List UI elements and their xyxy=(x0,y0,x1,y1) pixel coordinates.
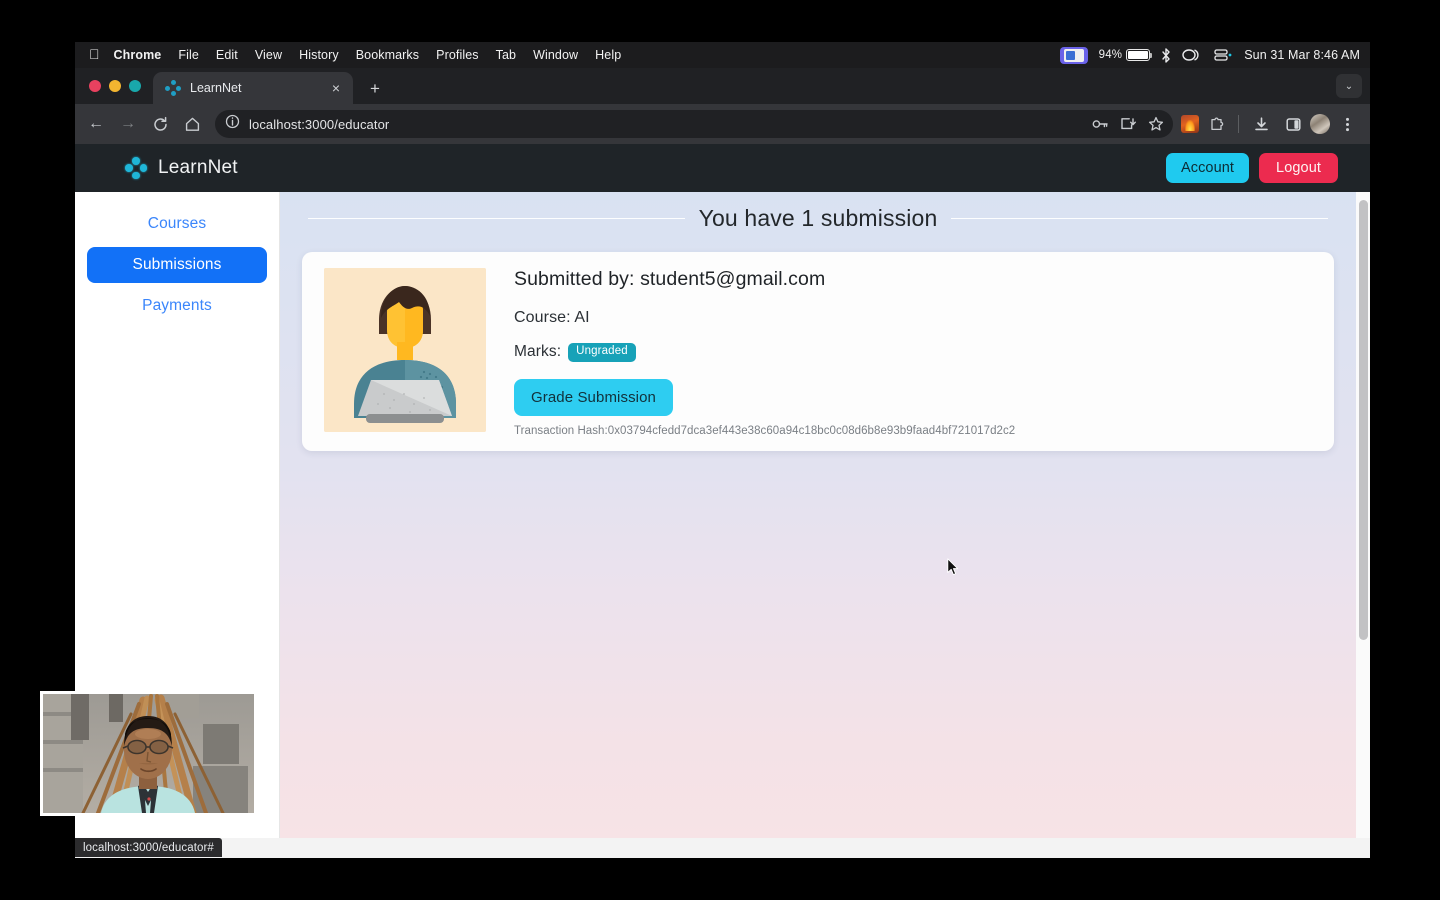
close-tab-icon[interactable]: × xyxy=(327,79,345,97)
header-actions: Account Logout xyxy=(1165,153,1338,183)
menu-item-window[interactable]: Window xyxy=(533,48,578,62)
home-button[interactable] xyxy=(177,109,207,139)
course-label: Course: xyxy=(514,309,571,326)
bluetooth-icon[interactable] xyxy=(1161,47,1171,63)
screen-record-icon[interactable] xyxy=(1059,46,1088,64)
transaction-hash: Transaction Hash:0x03794cfedd7dca3ef443e… xyxy=(514,425,1320,437)
menu-item-edit[interactable]: Edit xyxy=(216,48,238,62)
browser-bottom-strip xyxy=(75,838,1370,858)
omnibox-actions xyxy=(1087,110,1169,138)
password-key-icon[interactable] xyxy=(1087,111,1113,137)
menu-item-tab[interactable]: Tab xyxy=(496,48,516,62)
page-body: Courses Submissions Payments You have 1 … xyxy=(75,192,1370,840)
profile-avatar[interactable] xyxy=(1310,114,1330,134)
sidebar-item-submissions[interactable]: Submissions xyxy=(87,247,267,283)
network-nodes-icon xyxy=(125,157,147,179)
submitted-by-line: Submitted by: student5@gmail.com xyxy=(514,268,1320,291)
submitted-by-value: student5@gmail.com xyxy=(640,268,826,290)
account-button[interactable]: Account xyxy=(1165,153,1250,183)
window-controls xyxy=(85,68,153,104)
install-app-icon[interactable] xyxy=(1115,111,1141,137)
minimize-window-button[interactable] xyxy=(109,80,121,92)
submitted-by-label: Submitted by: xyxy=(514,268,635,290)
heading-rule-right xyxy=(951,218,1328,219)
downloads-icon[interactable] xyxy=(1246,109,1276,139)
menubar-status-items: 94% Sun 31 Mar 8:46 AM xyxy=(1059,46,1360,64)
brand-name: LearnNet xyxy=(158,157,238,178)
link-status-bubble: localhost:3000/educator# xyxy=(75,838,222,857)
wifi-icon[interactable] xyxy=(1213,48,1233,62)
submission-card: Submitted by: student5@gmail.com Course:… xyxy=(302,252,1334,451)
battery-icon xyxy=(1126,49,1153,61)
menubar-clock[interactable]: Sun 31 Mar 8:46 AM xyxy=(1244,48,1360,62)
address-bar[interactable]: localhost:3000/educator xyxy=(215,110,1173,138)
transaction-hash-label: Transaction Hash: xyxy=(514,424,608,437)
webcam-self-view xyxy=(40,691,257,816)
apple-icon[interactable]:  xyxy=(89,47,100,61)
side-panel-icon[interactable] xyxy=(1278,109,1308,139)
heading-rule-left xyxy=(308,218,685,219)
desktop-background:  Chrome File Edit View History Bookmark… xyxy=(0,0,1440,900)
status-badge: Ungraded xyxy=(568,343,636,362)
sidebar-item-payments[interactable]: Payments xyxy=(87,288,267,324)
back-button[interactable]: ← xyxy=(81,109,111,139)
battery-status[interactable]: 94% xyxy=(1098,49,1153,61)
submission-details: Submitted by: student5@gmail.com Course:… xyxy=(514,264,1320,437)
menu-item-file[interactable]: File xyxy=(178,48,199,62)
site-info-icon[interactable] xyxy=(225,114,240,134)
sidebar-item-courses[interactable]: Courses xyxy=(87,206,267,242)
close-window-button[interactable] xyxy=(89,80,101,92)
reload-button[interactable] xyxy=(145,109,175,139)
chevron-down-icon[interactable]: ⌄ xyxy=(1336,74,1362,98)
menu-item-view[interactable]: View xyxy=(255,48,282,62)
marks-label: Marks: xyxy=(514,343,562,361)
menu-item-help[interactable]: Help xyxy=(595,48,621,62)
main-content: You have 1 submission Submitted by: stud… xyxy=(280,192,1370,840)
course-line: Course: AI xyxy=(514,309,1320,327)
student-at-laptop-illustration xyxy=(324,268,486,432)
maximize-window-button[interactable] xyxy=(129,80,141,92)
tab-title: LearnNet xyxy=(190,81,242,95)
grade-submission-button[interactable]: Grade Submission xyxy=(514,378,673,416)
tab-strip: LearnNet × + ⌄ xyxy=(75,68,1370,104)
menu-item-chrome[interactable]: Chrome xyxy=(114,48,162,62)
page-scrollbar-thumb[interactable] xyxy=(1359,200,1368,640)
page-viewport: LearnNet Account Logout Courses Submissi… xyxy=(75,144,1370,840)
bookmark-star-icon[interactable] xyxy=(1143,111,1169,137)
course-value: AI xyxy=(574,309,590,326)
learnnet-favicon-icon xyxy=(165,80,181,96)
menu-item-history[interactable]: History xyxy=(299,48,339,62)
menu-item-profiles[interactable]: Profiles xyxy=(436,48,478,62)
forward-button[interactable]: → xyxy=(113,109,143,139)
marks-line: Marks: Ungraded xyxy=(514,343,1320,362)
extensions-puzzle-icon[interactable] xyxy=(1201,109,1231,139)
logout-button[interactable]: Logout xyxy=(1259,153,1338,183)
brand[interactable]: LearnNet xyxy=(125,157,238,179)
transaction-hash-value: 0x03794cfedd7dca3ef443e38c60a94c18bc0c08… xyxy=(607,424,1016,437)
browser-tab-learnnet[interactable]: LearnNet × xyxy=(153,72,353,104)
chrome-window: LearnNet × + ⌄ ← → localhost:3000/educat… xyxy=(75,68,1370,840)
toolbar-divider xyxy=(1238,115,1239,133)
app-header: LearnNet Account Logout xyxy=(75,144,1370,192)
battery-percent-label: 94% xyxy=(1098,49,1123,61)
browser-toolbar: ← → localhost:3000/educator xyxy=(75,104,1370,144)
macos-menu-bar:  Chrome File Edit View History Bookmark… xyxy=(75,42,1370,68)
page-scrollbar-track[interactable] xyxy=(1356,192,1370,840)
chrome-menu-icon[interactable] xyxy=(1332,109,1362,139)
new-tab-button[interactable]: + xyxy=(361,74,389,102)
address-bar-url: localhost:3000/educator xyxy=(249,116,390,132)
menu-item-bookmarks[interactable]: Bookmarks xyxy=(356,48,419,62)
page-heading: You have 1 submission xyxy=(280,192,1356,232)
control-center-icon[interactable] xyxy=(1182,48,1202,62)
mouse-cursor xyxy=(947,558,959,576)
extension-flame-icon[interactable] xyxy=(1181,115,1199,133)
page-title: You have 1 submission xyxy=(698,205,938,231)
